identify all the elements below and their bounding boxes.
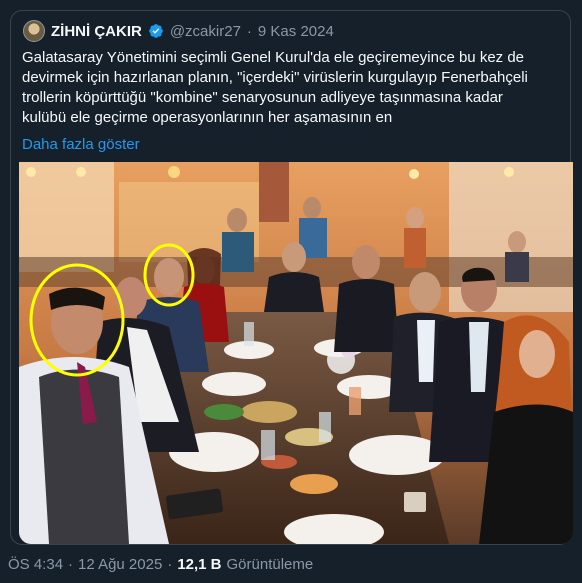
brick-column bbox=[259, 162, 289, 222]
tweet-header: ZİHNİ ÇAKIR @zcakir27 · 9 Kas 2024 bbox=[23, 19, 334, 43]
posted-date[interactable]: 9 Kas 2024 bbox=[258, 23, 334, 40]
tweet-text-line: Galatasaray Yönetimini seçimli Genel Kur… bbox=[22, 49, 525, 66]
header-separator: · bbox=[246, 22, 252, 40]
tweet-text-line: trollerin köpürttüğü "kombine" senaryosu… bbox=[22, 89, 503, 106]
author-handle[interactable]: @zcakir27 bbox=[170, 23, 241, 40]
tweet-text-line: kulübü ele geçirme operasyonlarının her … bbox=[22, 109, 393, 126]
restaurant-group-photo bbox=[19, 162, 573, 544]
footer-separator: · bbox=[68, 556, 74, 573]
verified-badge-icon bbox=[148, 23, 164, 39]
views-count: 12,1 B bbox=[177, 556, 222, 573]
show-more-link[interactable]: Daha fazla göster bbox=[22, 136, 140, 153]
post-time[interactable]: ÖS 4:34 bbox=[8, 556, 63, 573]
tweet-meta-footer: ÖS 4:34 · 12 Ağu 2025 · 12,1 B Görüntüle… bbox=[8, 556, 313, 573]
footer-separator: · bbox=[167, 556, 173, 573]
quoted-tweet-card[interactable]: ZİHNİ ÇAKIR @zcakir27 · 9 Kas 2024 Galat… bbox=[10, 10, 573, 545]
post-date[interactable]: 12 Ağu 2025 bbox=[78, 556, 162, 573]
tweet-text: Galatasaray Yönetimini seçimli Genel Kur… bbox=[22, 48, 557, 128]
plate bbox=[202, 372, 266, 396]
background-window bbox=[19, 162, 114, 272]
views-label: Görüntüleme bbox=[226, 556, 314, 573]
tweet-text-line: devirmek için hazırlanan planın, "içerde… bbox=[22, 69, 528, 86]
author-name[interactable]: ZİHNİ ÇAKIR bbox=[51, 23, 142, 40]
tweet-photo[interactable] bbox=[19, 162, 573, 544]
author-avatar[interactable] bbox=[23, 20, 45, 42]
